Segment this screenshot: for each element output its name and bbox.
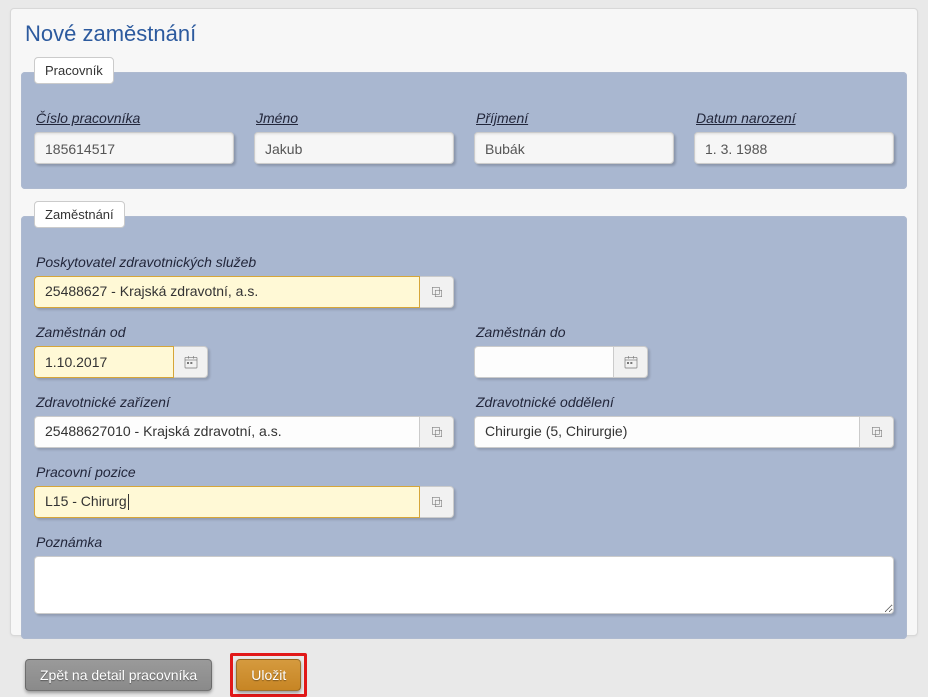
provider-open-icon[interactable]: [420, 276, 454, 308]
department-open-icon[interactable]: [860, 416, 894, 448]
employed-to-calendar-icon[interactable]: [614, 346, 648, 378]
note-label: Poznámka: [36, 534, 894, 550]
employed-to-label: Zaměstnán do: [476, 324, 894, 340]
facility-input[interactable]: 25488627010 - Krajská zdravotní, a.s.: [34, 416, 420, 448]
external-icon: [430, 285, 444, 299]
save-button[interactable]: Uložit: [236, 659, 301, 691]
position-value-text: L15 - Chirurg: [45, 493, 127, 509]
button-row: Zpět na detail pracovníka Uložit: [25, 653, 907, 697]
position-input[interactable]: L15 - Chirurg: [34, 486, 420, 518]
text-cursor: [128, 494, 129, 510]
position-label: Pracovní pozice: [36, 464, 454, 480]
back-button[interactable]: Zpět na detail pracovníka: [25, 659, 212, 691]
note-textarea[interactable]: [34, 556, 894, 614]
worker-lastname-value: Bubák: [474, 132, 674, 164]
external-icon: [430, 425, 444, 439]
worker-legend: Pracovník: [34, 57, 114, 84]
worker-firstname-label: Jméno: [256, 110, 454, 126]
employment-legend: Zaměstnání: [34, 201, 125, 228]
employed-to-input[interactable]: [474, 346, 614, 378]
department-label: Zdravotnické oddělení: [476, 394, 894, 410]
external-icon: [430, 495, 444, 509]
worker-number-value: 185614517: [34, 132, 234, 164]
position-open-icon[interactable]: [420, 486, 454, 518]
worker-number-label: Číslo pracovníka: [36, 110, 234, 126]
facility-label: Zdravotnické zařízení: [36, 394, 454, 410]
employed-from-calendar-icon[interactable]: [174, 346, 208, 378]
employed-from-input[interactable]: [34, 346, 174, 378]
facility-open-icon[interactable]: [420, 416, 454, 448]
worker-firstname-value: Jakub: [254, 132, 454, 164]
worker-dob-label: Datum narození: [696, 110, 894, 126]
calendar-icon: [623, 354, 639, 370]
external-icon: [870, 425, 884, 439]
calendar-icon: [183, 354, 199, 370]
worker-dob-value: 1. 3. 1988: [694, 132, 894, 164]
department-input[interactable]: Chirurgie (5, Chirurgie): [474, 416, 860, 448]
employed-from-label: Zaměstnán od: [36, 324, 454, 340]
employment-group: Zaměstnání Poskytovatel zdravotnických s…: [21, 203, 907, 639]
page-title: Nové zaměstnání: [25, 21, 903, 47]
worker-lastname-label: Příjmení: [476, 110, 674, 126]
provider-input[interactable]: 25488627 - Krajská zdravotní, a.s.: [34, 276, 420, 308]
provider-label: Poskytovatel zdravotnických služeb: [36, 254, 454, 270]
save-button-highlight: Uložit: [230, 653, 307, 697]
worker-group: Pracovník Číslo pracovníka 185614517 Jmé…: [21, 59, 907, 189]
